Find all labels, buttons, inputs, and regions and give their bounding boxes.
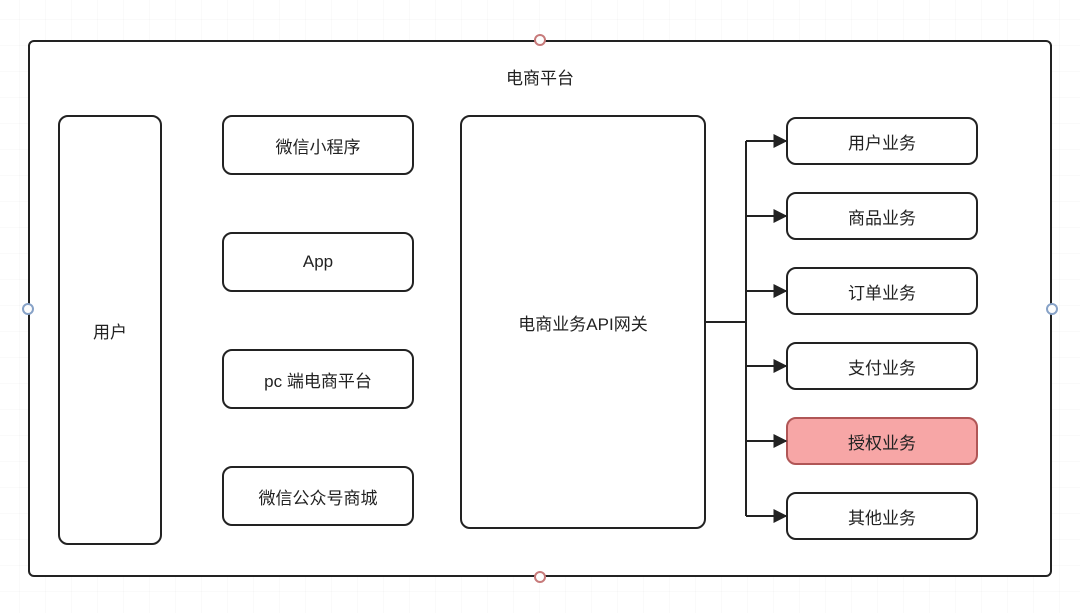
client-block[interactable]: pc 端电商平台	[222, 349, 414, 409]
client-label: pc 端电商平台	[264, 367, 372, 392]
client-label: 微信公众号商城	[259, 484, 378, 509]
service-block[interactable]: 订单业务	[786, 267, 978, 315]
service-block[interactable]: 支付业务	[786, 342, 978, 390]
client-label: 微信小程序	[276, 133, 361, 158]
service-label: 用户业务	[848, 129, 916, 154]
service-label: 订单业务	[848, 279, 916, 304]
user-block[interactable]: 用户	[58, 115, 162, 545]
diagram-canvas: 电商平台 用户 微信小程序 App pc 端电商平台微信公众号商城 电商业务API网…	[0, 0, 1080, 613]
service-label: 支付业务	[848, 354, 916, 379]
container-title: 电商平台	[506, 64, 574, 89]
client-label: App	[303, 252, 333, 272]
service-block[interactable]: 用户业务	[786, 117, 978, 165]
client-block[interactable]: 微信小程序	[222, 115, 414, 175]
service-label: 其他业务	[848, 504, 916, 529]
user-label: 用户	[93, 318, 127, 343]
api-gateway-block[interactable]: 电商业务API网关	[460, 115, 706, 529]
service-label: 商品业务	[848, 204, 916, 229]
client-block[interactable]: 微信公众号商城	[222, 466, 414, 526]
service-block[interactable]: 商品业务	[786, 192, 978, 240]
client-block[interactable]: App	[222, 232, 414, 292]
service-block[interactable]: 其他业务	[786, 492, 978, 540]
service-label: 授权业务	[848, 429, 916, 454]
service-block-highlight[interactable]: 授权业务	[786, 417, 978, 465]
gateway-label: 电商业务API网关	[518, 310, 647, 335]
